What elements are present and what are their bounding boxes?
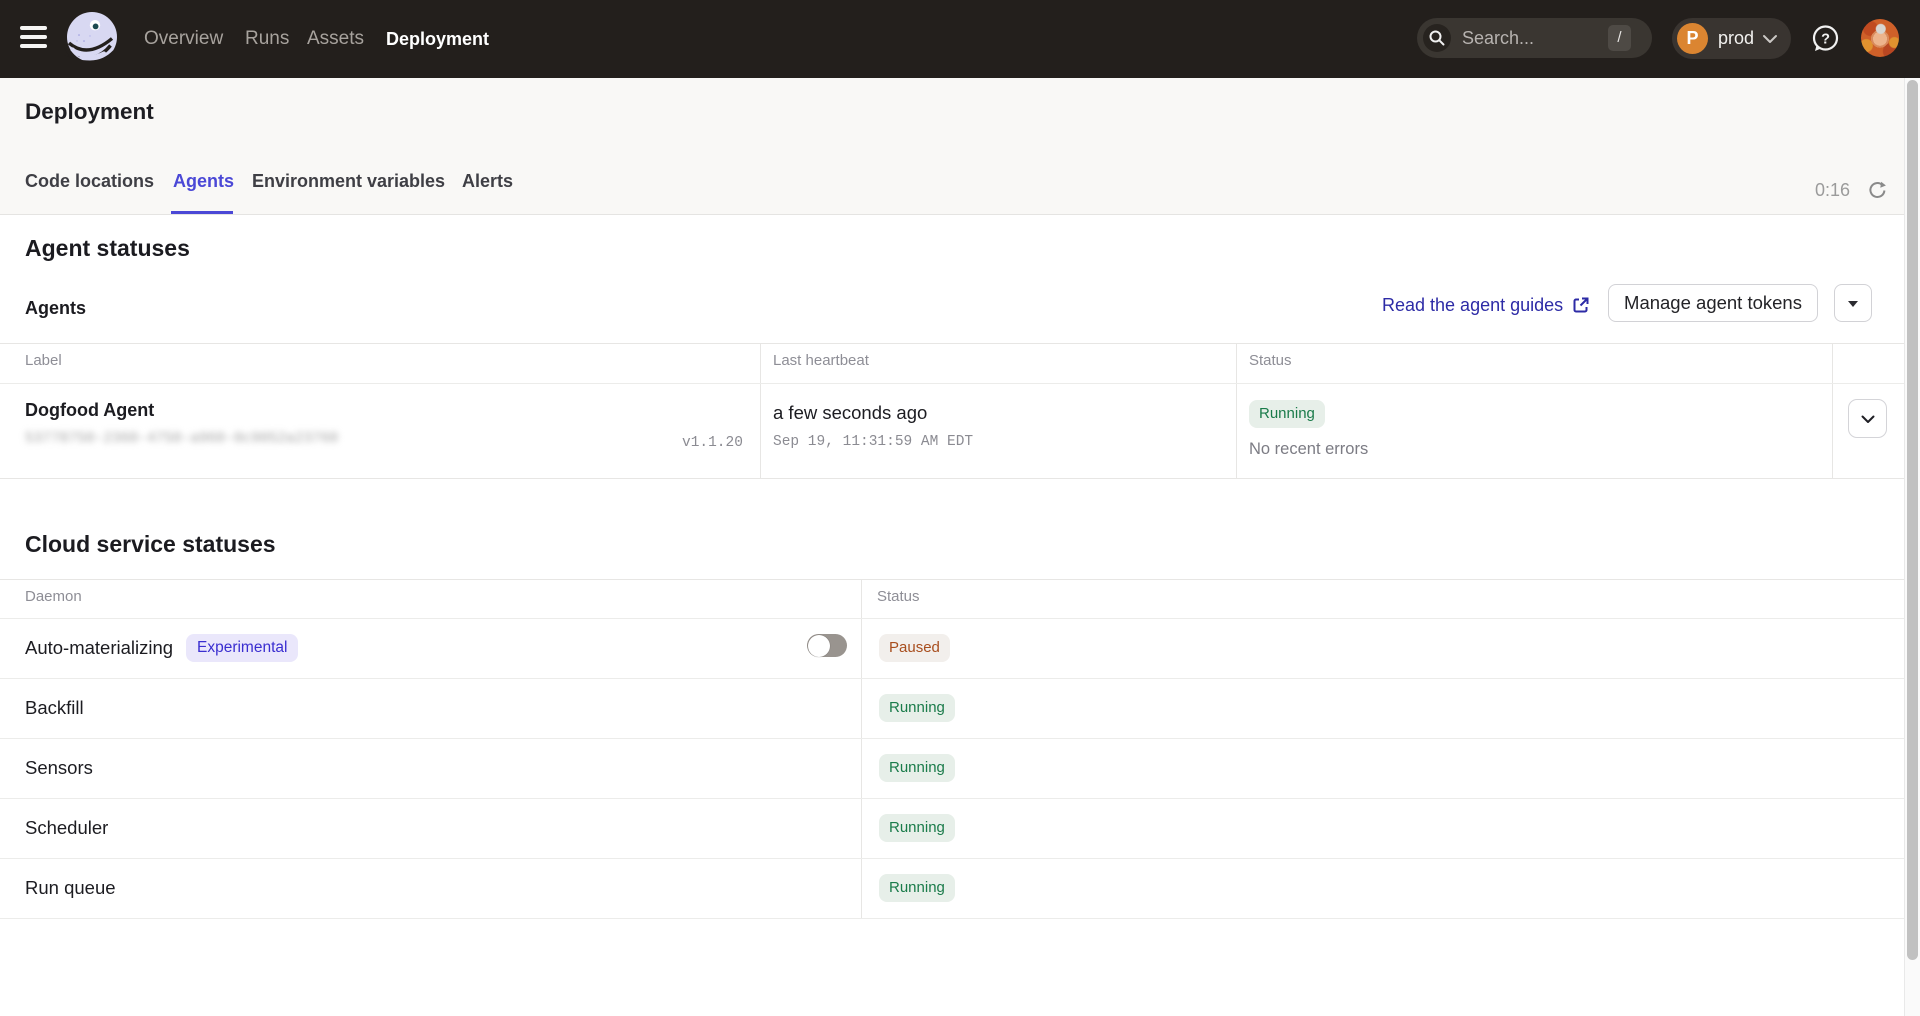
svg-text:?: ?	[1821, 32, 1830, 48]
